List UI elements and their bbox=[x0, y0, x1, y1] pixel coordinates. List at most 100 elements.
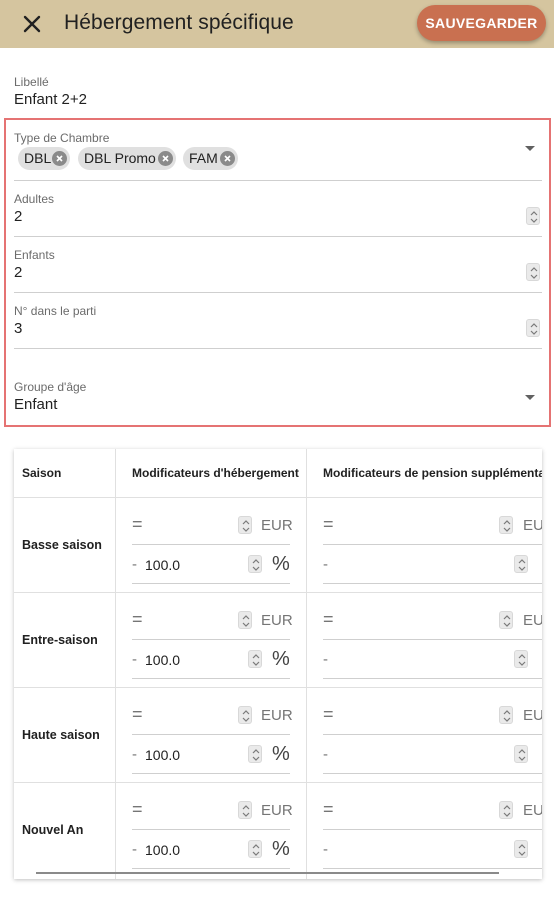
stepper-icon[interactable] bbox=[238, 706, 252, 724]
board-operator[interactable]: = bbox=[323, 704, 334, 725]
board-unit: EUR bbox=[523, 612, 542, 629]
accom-unit: EUR bbox=[261, 802, 293, 819]
chip-label: DBL bbox=[24, 150, 52, 166]
input-underline bbox=[132, 773, 290, 774]
libelle-field[interactable]: Enfant 2+2 bbox=[14, 91, 87, 108]
accom-value[interactable]: 100.0 bbox=[145, 557, 180, 573]
board-operator[interactable]: = bbox=[323, 799, 334, 820]
chevron-down-icon[interactable] bbox=[525, 395, 535, 400]
input-underline bbox=[132, 868, 290, 869]
enfants-underline bbox=[14, 292, 542, 293]
accom-unit: EUR bbox=[261, 517, 293, 534]
rang-label: N° dans le parti bbox=[14, 304, 97, 318]
input-underline bbox=[323, 639, 542, 640]
input-underline bbox=[132, 829, 290, 830]
rang-stepper-icon[interactable] bbox=[526, 319, 540, 337]
input-underline bbox=[323, 773, 542, 774]
adultes-label: Adultes bbox=[14, 192, 55, 206]
stepper-icon[interactable] bbox=[514, 555, 528, 573]
accom-operator[interactable]: - bbox=[132, 556, 137, 573]
rang-underline bbox=[14, 348, 542, 349]
season-table: Saison Modificateurs d'hébergement Modif… bbox=[14, 449, 542, 879]
accom-operator[interactable]: = bbox=[132, 799, 143, 820]
accom-operator[interactable]: = bbox=[132, 704, 143, 725]
board-operator[interactable]: - bbox=[323, 556, 328, 573]
remove-chip-icon[interactable] bbox=[158, 151, 173, 166]
enfants-label: Enfants bbox=[14, 248, 55, 262]
stepper-icon[interactable] bbox=[248, 745, 262, 763]
input-underline bbox=[132, 544, 290, 545]
board-operator[interactable]: - bbox=[323, 651, 328, 668]
type-chambre-label: Type de Chambre bbox=[14, 131, 110, 145]
board-operator[interactable]: = bbox=[323, 609, 334, 630]
input-underline bbox=[323, 544, 542, 545]
accom-unit: % bbox=[272, 743, 290, 765]
enfants-field[interactable]: 2 bbox=[14, 264, 22, 281]
input-underline bbox=[132, 734, 290, 735]
adultes-field[interactable]: 2 bbox=[14, 208, 22, 225]
stepper-icon[interactable] bbox=[238, 516, 252, 534]
accom-operator[interactable]: - bbox=[132, 841, 137, 858]
accom-unit: EUR bbox=[261, 612, 293, 629]
input-underline bbox=[132, 583, 290, 584]
type-chambre-underline bbox=[14, 180, 542, 181]
board-operator[interactable]: - bbox=[323, 841, 328, 858]
accom-unit: % bbox=[272, 648, 290, 670]
season-name: Haute saison bbox=[22, 728, 100, 742]
chip-dbl[interactable]: DBL bbox=[18, 147, 70, 170]
stepper-icon[interactable] bbox=[248, 555, 262, 573]
chip-label: DBL Promo bbox=[84, 150, 156, 166]
input-underline bbox=[132, 639, 290, 640]
stepper-icon[interactable] bbox=[238, 801, 252, 819]
board-operator[interactable]: = bbox=[323, 514, 334, 535]
accom-operator[interactable]: = bbox=[132, 514, 143, 535]
board-operator[interactable]: - bbox=[323, 746, 328, 763]
app-header: Hébergement spécifique SAUVEGARDER bbox=[0, 0, 554, 48]
stepper-icon[interactable] bbox=[248, 650, 262, 668]
input-underline bbox=[323, 868, 542, 869]
save-button[interactable]: SAUVEGARDER bbox=[417, 5, 546, 41]
accom-operator[interactable]: - bbox=[132, 746, 137, 763]
stepper-icon[interactable] bbox=[514, 650, 528, 668]
libelle-label: Libellé bbox=[14, 75, 49, 89]
season-name: Entre-saison bbox=[22, 633, 98, 647]
stepper-icon[interactable] bbox=[499, 706, 513, 724]
horizontal-scrollbar[interactable] bbox=[36, 872, 499, 874]
stepper-icon[interactable] bbox=[514, 840, 528, 858]
accom-value[interactable]: 100.0 bbox=[145, 747, 180, 763]
board-unit: EUR bbox=[523, 802, 542, 819]
accom-value[interactable]: 100.0 bbox=[145, 652, 180, 668]
chip-fam[interactable]: FAM bbox=[183, 147, 238, 170]
input-underline bbox=[132, 678, 290, 679]
accom-operator[interactable]: = bbox=[132, 609, 143, 630]
input-underline bbox=[323, 829, 542, 830]
page-title: Hébergement spécifique bbox=[64, 11, 294, 34]
remove-chip-icon[interactable] bbox=[52, 151, 67, 166]
stepper-icon[interactable] bbox=[514, 745, 528, 763]
close-icon[interactable] bbox=[18, 10, 46, 38]
input-underline bbox=[323, 734, 542, 735]
accom-value[interactable]: 100.0 bbox=[145, 842, 180, 858]
remove-chip-icon[interactable] bbox=[220, 151, 235, 166]
enfants-stepper-icon[interactable] bbox=[526, 263, 540, 281]
accom-operator[interactable]: - bbox=[132, 651, 137, 668]
season-name: Nouvel An bbox=[22, 823, 84, 837]
adultes-underline bbox=[14, 236, 542, 237]
accom-unit: % bbox=[272, 838, 290, 860]
input-underline bbox=[323, 678, 542, 679]
accom-unit: % bbox=[272, 553, 290, 575]
stepper-icon[interactable] bbox=[499, 516, 513, 534]
stepper-icon[interactable] bbox=[238, 611, 252, 629]
groupe-age-label: Groupe d'âge bbox=[14, 380, 87, 394]
stepper-icon[interactable] bbox=[499, 801, 513, 819]
adultes-stepper-icon[interactable] bbox=[526, 207, 540, 225]
chip-label: FAM bbox=[189, 150, 218, 166]
accom-unit: EUR bbox=[261, 707, 293, 724]
chip-dbl-promo[interactable]: DBL Promo bbox=[78, 147, 176, 170]
groupe-age-select[interactable]: Enfant bbox=[14, 396, 57, 413]
rang-field[interactable]: 3 bbox=[14, 320, 22, 337]
season-name: Basse saison bbox=[22, 538, 102, 552]
stepper-icon[interactable] bbox=[248, 840, 262, 858]
chevron-down-icon[interactable] bbox=[525, 146, 535, 151]
stepper-icon[interactable] bbox=[499, 611, 513, 629]
